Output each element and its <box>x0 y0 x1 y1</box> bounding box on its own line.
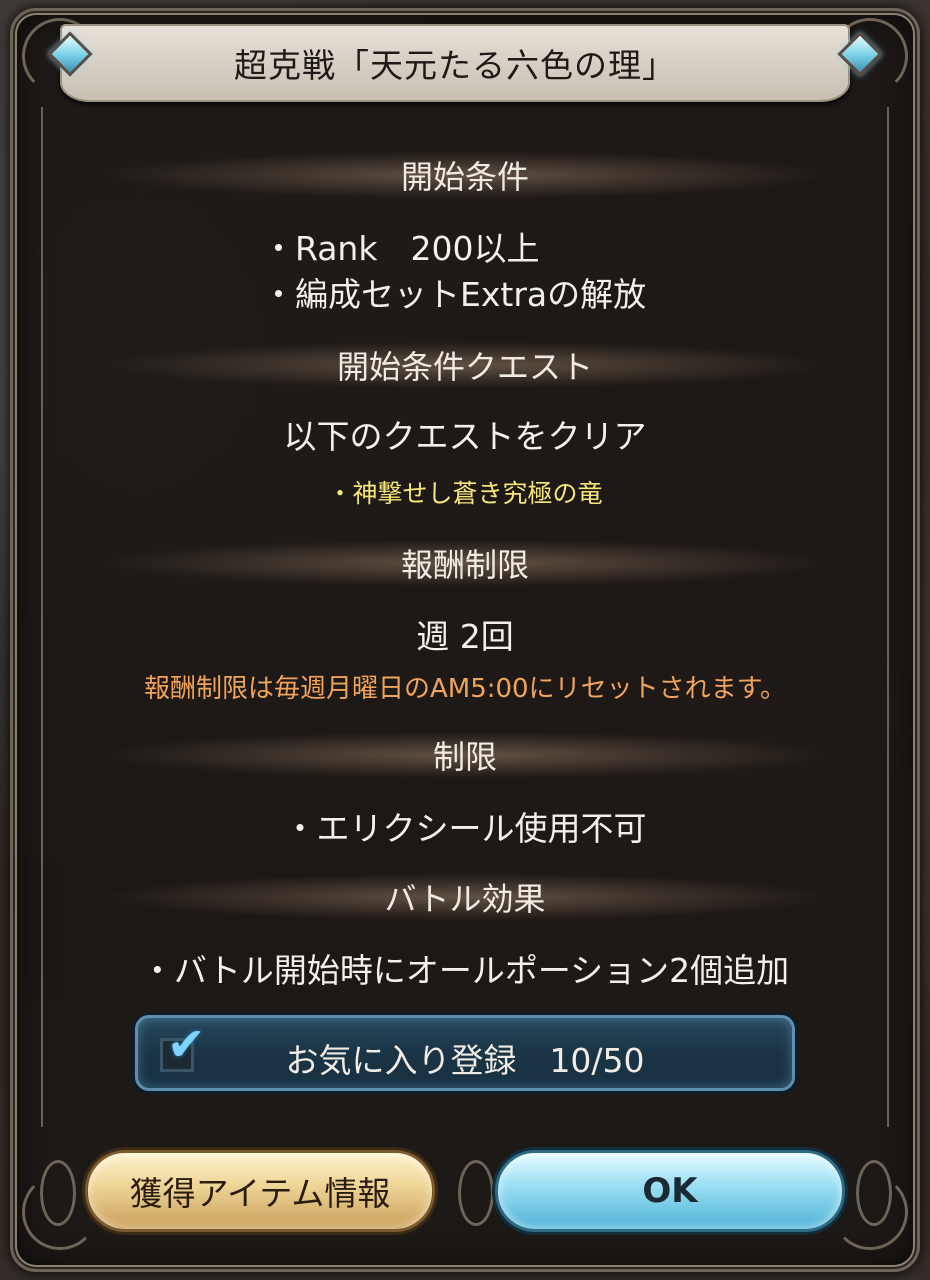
restriction-item: ・エリクシール使用不可 <box>283 809 647 848</box>
dialog-title-bar: 超克戦「天元たる六色の理」 <box>60 24 850 102</box>
condition-rank: ・Rank 200以上 <box>262 229 540 268</box>
favorite-label: お気に入り登録 10/50 <box>285 1041 645 1080</box>
section-heading-battle-effect: バトル効果 <box>110 874 820 920</box>
item-info-button-label: 獲得アイテム情報 <box>129 1174 391 1213</box>
favorite-toggle[interactable]: ✔ お気に入り登録 10/50 <box>135 1015 795 1091</box>
button-frame-ornament <box>458 1160 494 1226</box>
ok-button[interactable]: OK <box>495 1150 845 1232</box>
button-frame-ornament <box>856 1160 892 1226</box>
section-heading-reward-limit: 報酬制限 <box>110 540 820 586</box>
item-info-button[interactable]: 獲得アイテム情報 <box>85 1150 435 1232</box>
button-frame-ornament <box>40 1160 76 1226</box>
condition-extra-set: ・編成セットExtraの解放 <box>262 275 647 314</box>
section-heading-start-quest: 開始条件クエスト <box>110 342 820 388</box>
section-heading-restriction: 制限 <box>110 732 820 778</box>
dialog-title: 超克戦「天元たる六色の理」 <box>234 46 676 85</box>
quest-instruction: 以下のクエストをクリア <box>283 417 647 456</box>
battle-effect-item: ・バトル開始時にオールポーション2個追加 <box>140 951 790 990</box>
reward-limit-note: 報酬制限は毎週月曜日のAM5:00にリセットされます。 <box>143 674 786 704</box>
reward-limit-value: 週 2回 <box>416 617 514 656</box>
section-heading-start-conditions: 開始条件 <box>110 152 820 198</box>
ok-button-label: OK <box>642 1171 698 1211</box>
required-quest-link[interactable]: ・神撃せし蒼き究極の竜 <box>0 474 930 510</box>
